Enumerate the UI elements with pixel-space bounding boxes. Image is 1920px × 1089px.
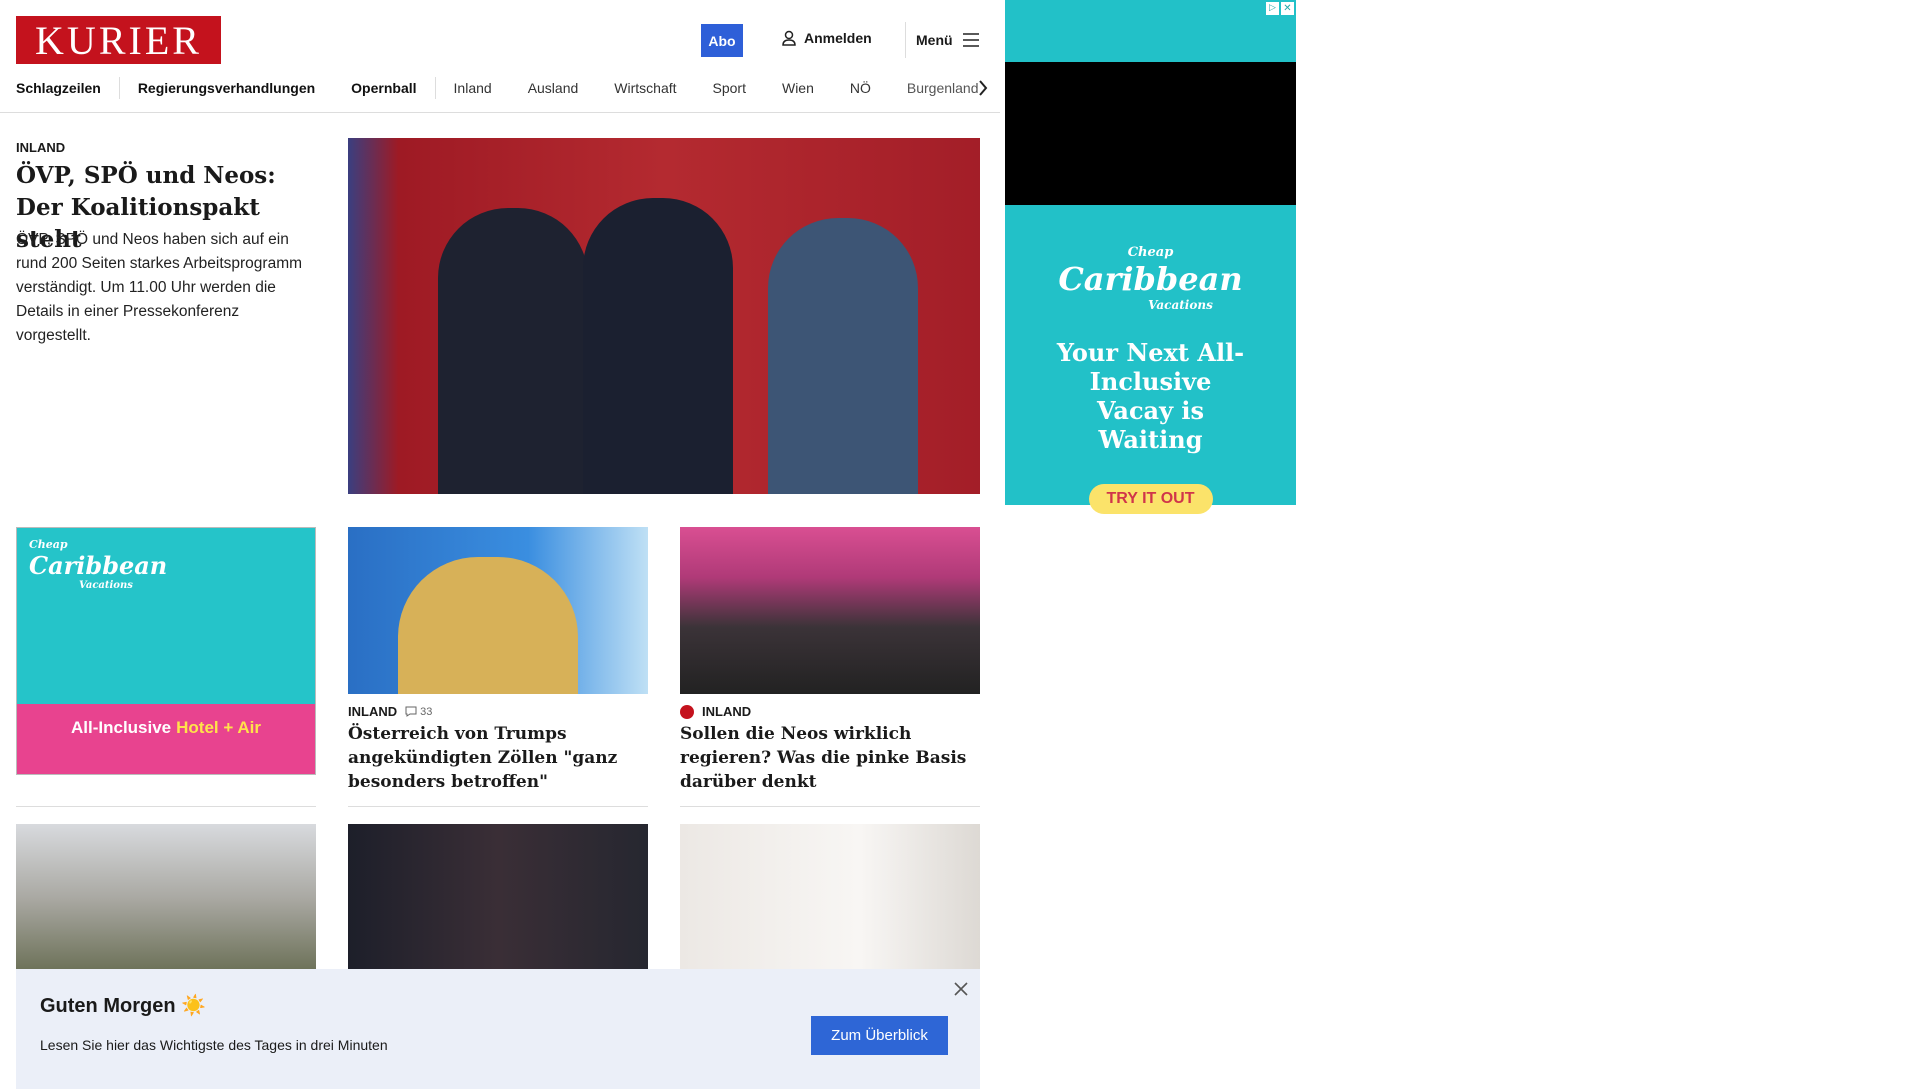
article-image[interactable] xyxy=(348,824,648,974)
nav-wirtschaft[interactable]: Wirtschaft xyxy=(596,80,694,96)
ad-line2: Hotel + Air xyxy=(176,718,261,737)
article-image[interactable] xyxy=(680,824,980,974)
divider xyxy=(16,806,316,807)
article-image[interactable] xyxy=(16,824,316,974)
article-kicker[interactable]: INLAND 33 xyxy=(348,704,432,719)
hamburger-icon xyxy=(962,33,979,47)
article-headline[interactable]: Sollen die Neos wirklich regieren? Was d… xyxy=(680,722,980,794)
comment-number: 33 xyxy=(420,705,433,718)
menu-label: Menü xyxy=(916,32,953,48)
article-kicker[interactable]: INLAND xyxy=(680,704,751,719)
nav-burgenland[interactable]: Burgenland xyxy=(889,80,980,96)
menu-button[interactable]: Menü xyxy=(905,22,979,58)
user-icon xyxy=(782,30,796,46)
article-image[interactable] xyxy=(348,527,648,694)
nav-noe[interactable]: NÖ xyxy=(832,80,889,96)
kurier-plus-icon xyxy=(680,704,694,719)
divider xyxy=(680,806,980,807)
ad-brand-top: Cheap xyxy=(29,538,68,551)
close-icon[interactable] xyxy=(954,982,968,996)
nav-sport[interactable]: Sport xyxy=(695,80,764,96)
kicker-label: INLAND xyxy=(348,704,398,719)
ad-brand: Caribbean xyxy=(1058,260,1243,298)
nav-ausland[interactable]: Ausland xyxy=(510,80,597,96)
kurier-logo[interactable]: KURIER xyxy=(16,16,221,64)
hero-image[interactable] xyxy=(348,138,980,494)
article-image[interactable] xyxy=(680,527,980,694)
hero-teaser: ÖVP, SPÖ und Neos haben sich auf ein run… xyxy=(16,231,303,344)
section-nav: Schlagzeilen Regierungsverhandlungen Ope… xyxy=(16,76,980,100)
ad-side[interactable]: ▷ ✕ Cheap Caribbean Vacations Your Next … xyxy=(1005,0,1296,514)
banner-text: Lesen Sie hier das Wichtigste des Tages … xyxy=(40,1037,388,1053)
hero-kicker[interactable]: INLAND xyxy=(16,140,65,155)
chevron-right-icon[interactable] xyxy=(978,80,988,96)
nav-regierungsverhandlungen[interactable]: Regierungsverhandlungen xyxy=(120,80,333,96)
ad-brand-sub: Vacations xyxy=(1148,298,1213,312)
nav-schlagzeilen[interactable]: Schlagzeilen xyxy=(16,80,119,96)
abo-button[interactable]: Abo xyxy=(701,24,743,57)
adchoices-icon[interactable]: ▷ xyxy=(1266,2,1279,15)
nav-opernball[interactable]: Opernball xyxy=(333,80,434,96)
ad-close-icon[interactable]: ✕ xyxy=(1281,2,1294,15)
login-label: Anmelden xyxy=(804,30,872,46)
divider xyxy=(348,806,648,807)
nav-wien[interactable]: Wien xyxy=(764,80,832,96)
ad-video xyxy=(1005,62,1296,205)
ad-cta-button[interactable]: TRY IT OUT xyxy=(1088,484,1213,514)
ad-headline: Your Next All-Inclusive Vacay is Waiting xyxy=(1056,338,1245,454)
login-button[interactable]: Anmelden xyxy=(782,30,872,46)
ad-brand-top: Cheap xyxy=(1127,245,1174,260)
article-headline[interactable]: Österreich von Trumps angekündigten Zöll… xyxy=(348,722,648,794)
overview-button[interactable]: Zum Überblick xyxy=(811,1016,948,1055)
ad-brand: Caribbean xyxy=(29,551,168,580)
ad-brand-sub: Vacations xyxy=(79,580,133,591)
comment-icon xyxy=(405,706,417,717)
ad-small[interactable]: Cheap Caribbean Vacations All-Inclusive … xyxy=(16,527,316,775)
kicker-label: INLAND xyxy=(702,704,752,719)
ad-line1: All-Inclusive xyxy=(71,718,172,737)
comment-count[interactable]: 33 xyxy=(405,706,432,718)
nav-inland[interactable]: Inland xyxy=(436,80,510,96)
banner-title: Guten Morgen ☀️ xyxy=(40,995,207,1017)
nav-divider xyxy=(0,112,1000,113)
